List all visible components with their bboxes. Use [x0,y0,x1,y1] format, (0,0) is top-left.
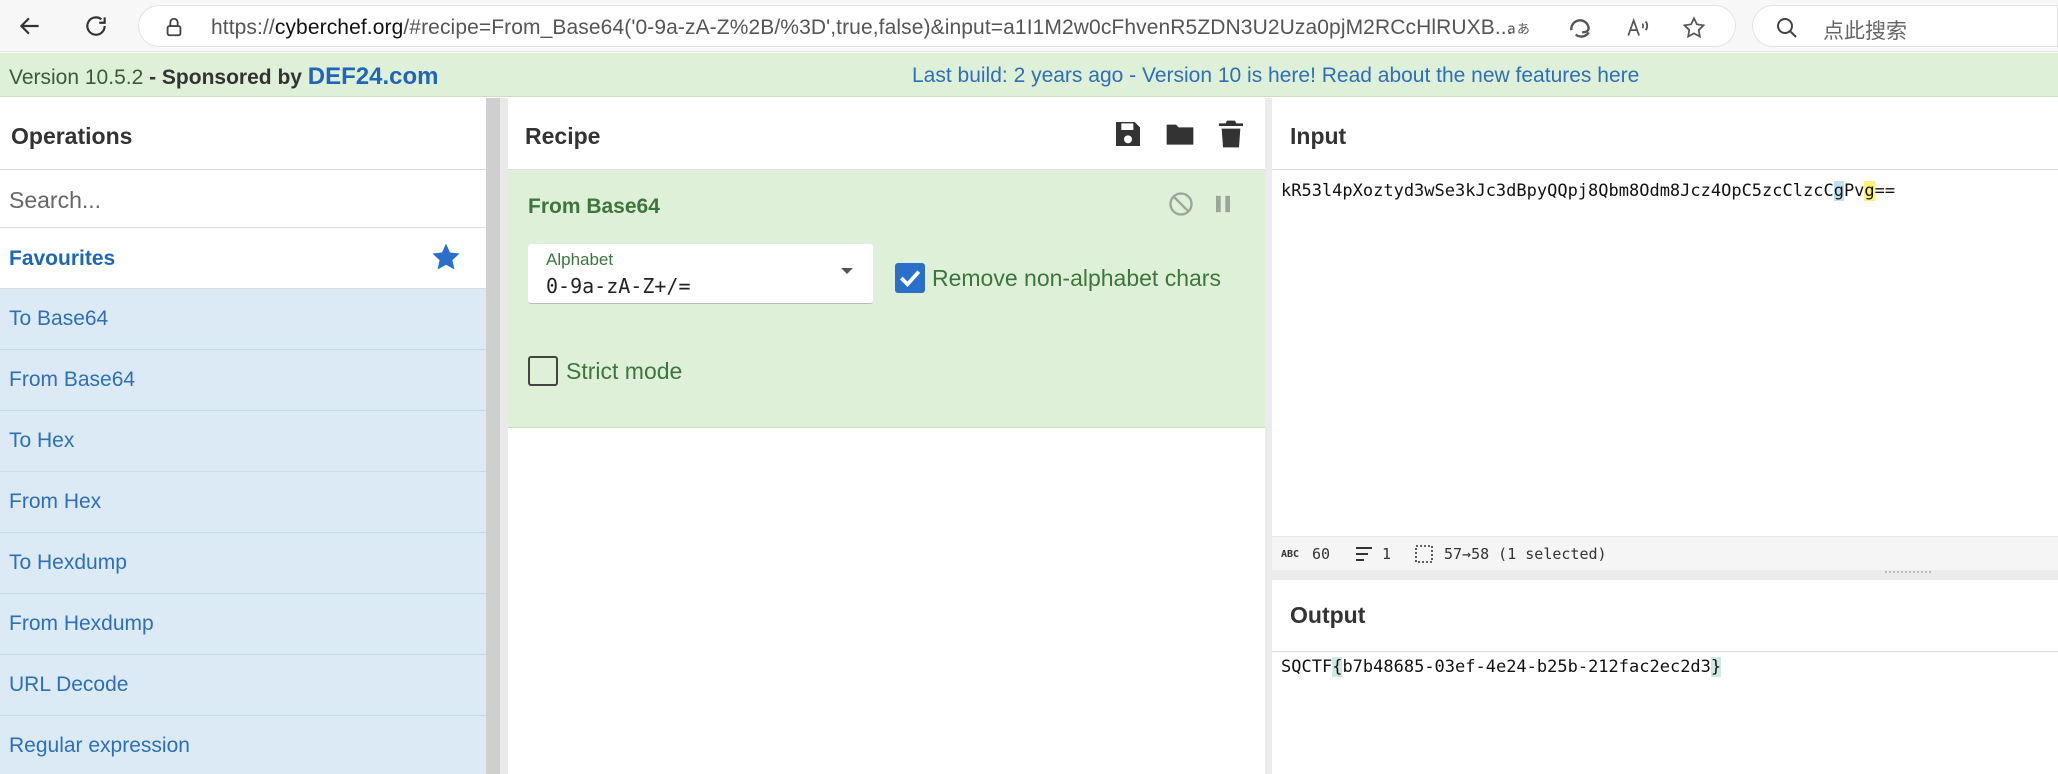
selection-info: 57→58 (1 selected) [1444,545,1607,563]
recipe-operation-card: From Base64 Alphabet 0-9a-zA-Z+/= Remove… [508,170,1265,428]
favorite-star-icon[interactable] [1680,14,1708,42]
checkmark-icon [899,270,921,287]
line-count-icon [1356,547,1372,561]
operation-item[interactable]: To Hexdump [0,533,486,594]
search-icon [1777,18,1797,38]
output-text: b7b48685-03ef-4e24-b25b-212fac2ec2d3 [1342,657,1711,677]
operation-item[interactable]: From Hex [0,472,486,533]
svg-text:あ: あ [1517,22,1530,37]
build-notice-link[interactable]: Last build: 2 years ago - Version 10 is … [912,64,1639,88]
operation-item[interactable]: To Base64 [0,289,486,350]
input-title: Input [1290,123,1347,149]
arrow-left-icon [19,17,39,35]
output-highlight: { [1332,657,1343,677]
input-status-bar: ABC 60 1 57→58 (1 selected) [1272,536,2058,570]
output-highlight: } [1710,657,1722,677]
recipe-header: Recipe [508,98,1265,170]
alphabet-label: Alphabet [546,250,614,269]
operations-panel: Operations Search... Favourites To Base6… [0,98,486,774]
info-banner: Version 10.5.2 - Sponsored by DEF24.com … [0,53,2058,97]
input-text: Pv [1843,181,1865,201]
resize-grip-icon[interactable] [1885,571,1931,575]
input-selection: g [1864,181,1875,201]
io-resize-gutter[interactable] [1272,570,2058,580]
strict-mode-checkbox[interactable] [528,356,558,386]
recipe-title: Recipe [525,123,601,149]
operations-title: Operations [11,123,133,149]
translate-icon[interactable]: aあ [1505,14,1533,42]
sponsor-link[interactable]: DEF24.com [308,63,439,90]
output-panel: Output SQCTF{b7b48685-03ef-4e24-b25b-212… [1272,580,2058,774]
alphabet-value: 0-9a-zA-Z+/= [546,274,691,298]
chevron-down-icon [841,268,853,274]
recipe-operation-name: From Base64 [528,195,660,218]
input-header: Input [1272,98,2058,170]
url-text[interactable]: https://cyberchef.org/#recipe=From_Base6… [211,16,1611,40]
browser-search-placeholder: 点此搜索 [1823,19,1907,43]
selection-icon [1415,545,1433,563]
svg-text:a: a [1507,21,1516,37]
operation-item[interactable]: To Hex [0,411,486,472]
remove-non-alphabet-checkbox[interactable] [895,263,925,293]
line-count: 1 [1382,545,1392,563]
pause-icon[interactable] [1209,190,1237,218]
version-info: Version 10.5.2 - Sponsored by DEF24.com [9,63,439,91]
input-highlight: g [1833,181,1844,201]
operations-list: To Base64 From Base64 To Hex From Hex To… [0,289,486,774]
recipe-panel: Recipe From Base64 Alphabet 0-9a-zA-Z+/=… [508,98,1265,774]
input-panel: Input kR53l4pXoztyd3wSe3kJc3dBpyQQpj8Qbm… [1272,98,2058,536]
operation-item[interactable]: URL Decode [0,655,486,716]
remove-non-alphabet-label[interactable]: Remove non-alphabet chars [932,265,1221,292]
save-icon[interactable] [1112,118,1144,150]
back-button[interactable] [12,8,48,44]
panel-resize-gutter[interactable] [1265,98,1272,774]
browser-search-box[interactable]: 点此搜索 [1752,5,2058,47]
output-text: SQCTF [1281,657,1333,677]
version-label: Version 10.5.2 [9,66,144,89]
operations-search-input[interactable]: Search... [0,170,486,228]
operations-scrollbar[interactable] [486,98,500,774]
panel-resize-gutter[interactable] [500,98,508,774]
operations-header: Operations [0,98,486,170]
input-text: == [1874,181,1896,201]
operation-item[interactable]: From Base64 [0,350,486,411]
browser-toolbar: https://cyberchef.org/#recipe=From_Base6… [0,0,2058,52]
lock-icon [166,17,182,37]
operation-item[interactable]: From Hexdump [0,594,486,655]
sponsor-prefix: - Sponsored by [143,66,308,89]
char-count-icon: ABC [1281,549,1300,560]
refresh-button[interactable] [78,8,114,44]
favourites-category[interactable]: Favourites [0,228,486,289]
input-text: kR53l4pXoztyd3wSe3kJc3dBpyQQpj8Qbm8Odm8J… [1281,181,1834,201]
url-prefix: https:// [211,16,275,39]
edge-extension-icon[interactable] [1566,14,1594,42]
trash-icon[interactable] [1215,118,1247,150]
refresh-icon [86,16,106,36]
favourites-label: Favourites [9,247,116,270]
folder-icon[interactable] [1164,118,1196,150]
output-textarea[interactable]: SQCTF{b7b48685-03ef-4e24-b25b-212fac2ec2… [1281,657,1722,677]
operation-item[interactable]: Regular expression [0,716,486,774]
alphabet-select[interactable]: Alphabet 0-9a-zA-Z+/= [528,244,873,304]
output-header: Output [1272,580,2058,652]
char-count: 60 [1312,545,1331,563]
url-host: cyberchef.org [274,16,404,39]
read-aloud-icon[interactable] [1624,14,1652,42]
input-textarea[interactable]: kR53l4pXoztyd3wSe3kJc3dBpyQQpj8Qbm8Odm8J… [1281,181,1895,201]
star-icon [432,243,460,270]
strict-mode-label[interactable]: Strict mode [566,358,682,385]
output-title: Output [1290,602,1366,628]
address-bar[interactable]: https://cyberchef.org/#recipe=From_Base6… [138,5,1736,47]
url-path: /#recipe=From_Base64('0-9a-zA-Z%2B/%3D',… [403,16,1513,39]
disable-icon[interactable] [1167,190,1195,218]
